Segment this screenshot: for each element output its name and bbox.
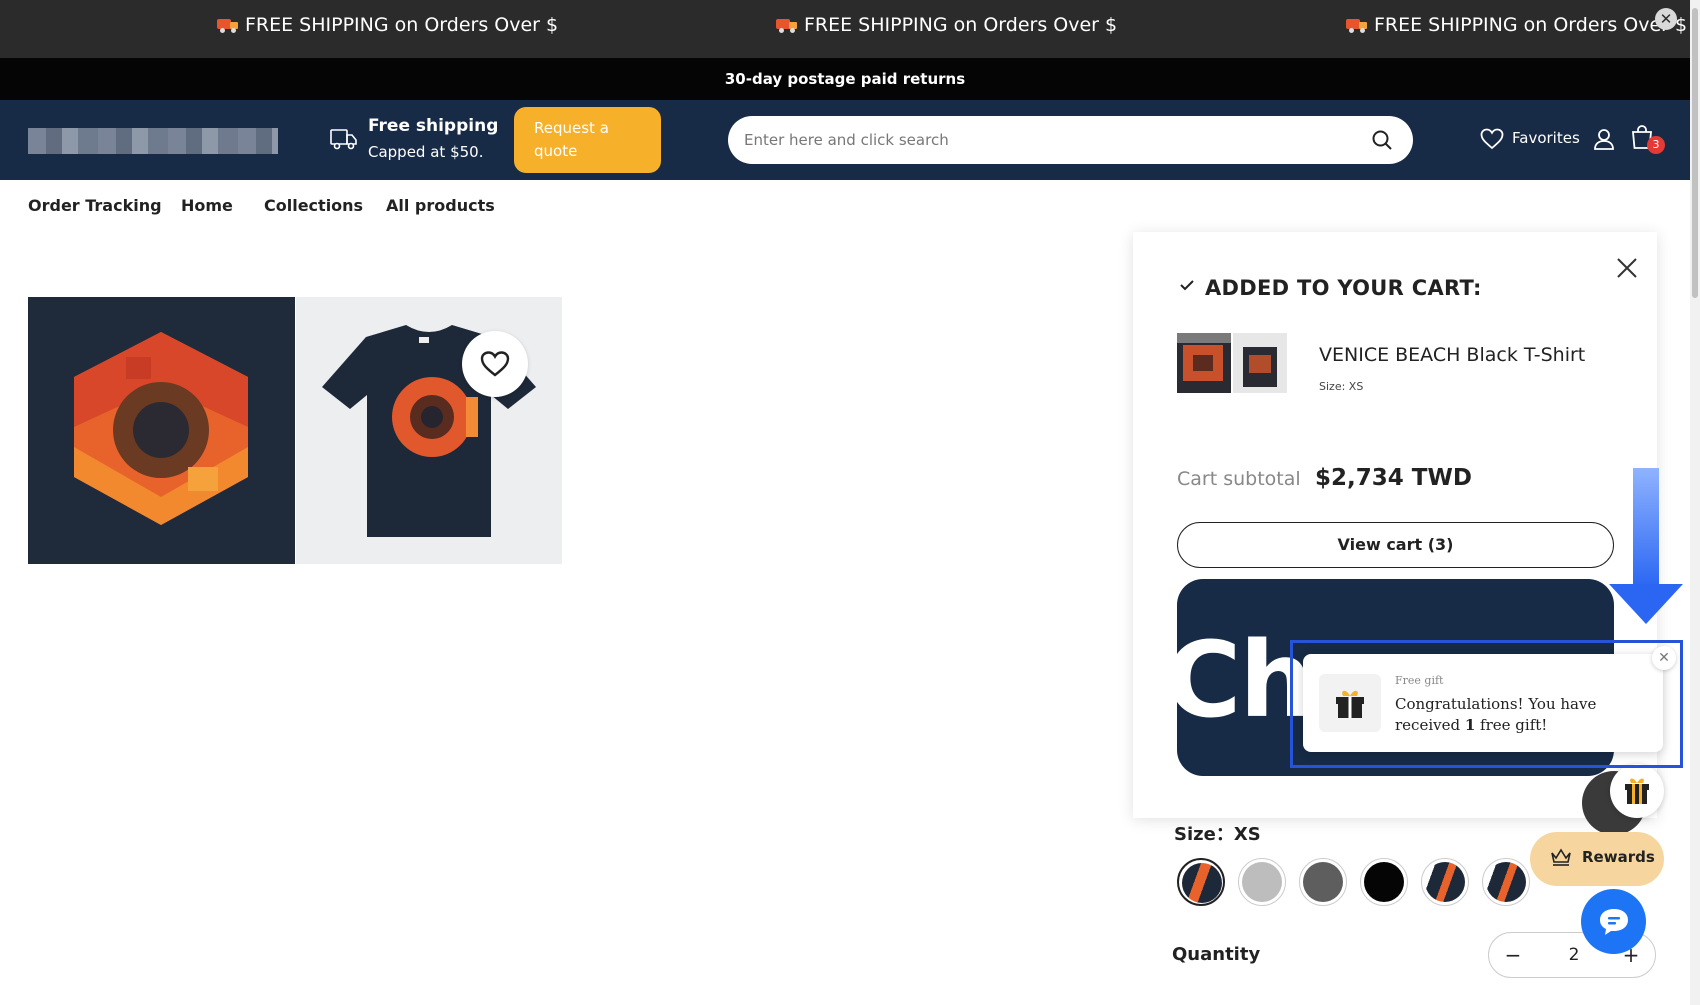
thumbnail-artwork [1177,333,1287,393]
rewards-button[interactable]: Rewards [1530,832,1664,886]
cart-item-thumbnail[interactable] [1177,333,1287,393]
marquee-item: FREE SHIPPING on Orders Over $ [1346,14,1687,36]
quantity-label: Quantity [1172,944,1261,965]
nav-item-order-tracking[interactable]: Order Tracking [28,196,162,215]
toast-close-button[interactable]: ✕ [1652,646,1676,670]
truck-icon [776,17,798,33]
size-label: Size：XS [1174,824,1261,845]
truck-icon [217,17,239,33]
toast-message: Congratulations! You have received 1 fre… [1395,695,1597,734]
chat-bubble-icon [1600,909,1628,935]
delivery-truck-icon [330,129,357,150]
marquee-text: FREE SHIPPING on Orders Over $ [804,14,1118,36]
tshirt-artwork [322,325,536,537]
color-swatch[interactable] [1238,858,1286,906]
marquee-item: FREE SHIPPING on Orders Over $ [776,14,1117,36]
subtotal-value: $2,734 TWD [1315,465,1472,491]
cart-count-badge: 3 [1647,136,1665,154]
color-swatch[interactable] [1177,858,1225,906]
search-icon[interactable] [1371,129,1393,151]
site-header: Free shipping Capped at $50. Request a q… [0,100,1690,180]
cart-item-size: Size: XS [1319,380,1364,393]
product-image-logo[interactable] [28,297,295,564]
annotation-arrow-head [1609,584,1683,624]
marquee-text: FREE SHIPPING on Orders Over $ [245,14,559,36]
cart-item-name[interactable]: VENICE BEACH Black T-Shirt [1319,344,1585,366]
heart-icon[interactable] [1480,128,1504,150]
gift-widget-button[interactable] [1610,764,1664,818]
annotation-arrow-shaft [1633,468,1659,588]
shipping-title: Free shipping [368,116,499,136]
nav-item-collections[interactable]: Collections [264,196,363,215]
rewards-label: Rewards [1582,848,1655,866]
scrollbar-thumb[interactable] [1692,8,1698,298]
shipping-marquee: FREE SHIPPING on Orders Over $ FREE SHIP… [0,0,1690,58]
favorites-link[interactable]: Favorites [1512,129,1580,147]
close-icon[interactable] [1613,254,1641,282]
marquee-close-button[interactable]: ✕ [1655,8,1677,30]
view-cart-button[interactable]: View cart (3) [1177,522,1614,568]
checkmark-icon [1180,280,1194,291]
shipping-subtitle: Capped at $50. [368,143,484,161]
wishlist-button[interactable] [462,331,528,397]
search-bar [728,116,1413,164]
user-icon[interactable] [1593,128,1615,150]
subtotal-label: Cart subtotal [1177,468,1301,490]
color-swatch[interactable] [1360,858,1408,906]
marquee-text: FREE SHIPPING on Orders Over $ [1374,14,1688,36]
marquee-item: FREE SHIPPING on Orders Over $ [217,14,558,36]
free-gift-notification: Free gift Congratulations! You have rece… [1303,654,1663,752]
search-input[interactable] [744,116,1344,164]
quantity-decrease-button[interactable]: − [1499,941,1527,969]
added-to-cart-title: ADDED TO YOUR CART: [1205,276,1482,300]
crown-icon [1551,848,1571,866]
color-swatch[interactable] [1482,858,1530,906]
gift-icon [1336,690,1364,718]
color-swatch[interactable] [1299,858,1347,906]
gift-icon [1625,778,1649,804]
product-image-tshirt[interactable] [296,297,562,564]
nav-item-all-products[interactable]: All products [386,196,495,215]
page: FREE SHIPPING on Orders Over $ FREE SHIP… [0,0,1700,1005]
truck-icon [1346,17,1368,33]
color-swatch[interactable] [1421,858,1469,906]
main-nav: Order Tracking Home Collections All prod… [0,180,1000,230]
returns-bar: 30-day postage paid returns [0,58,1690,100]
request-quote-button[interactable]: Request a quote [514,107,661,173]
gift-thumbnail [1319,674,1381,732]
quantity-value[interactable]: 2 [1559,945,1589,965]
chat-button[interactable] [1581,889,1646,954]
nav-item-home[interactable]: Home [181,196,233,215]
toast-kicker: Free gift [1395,674,1444,687]
site-logo[interactable] [28,128,278,154]
hexagon-artwork [74,332,248,525]
heart-icon [480,351,510,377]
